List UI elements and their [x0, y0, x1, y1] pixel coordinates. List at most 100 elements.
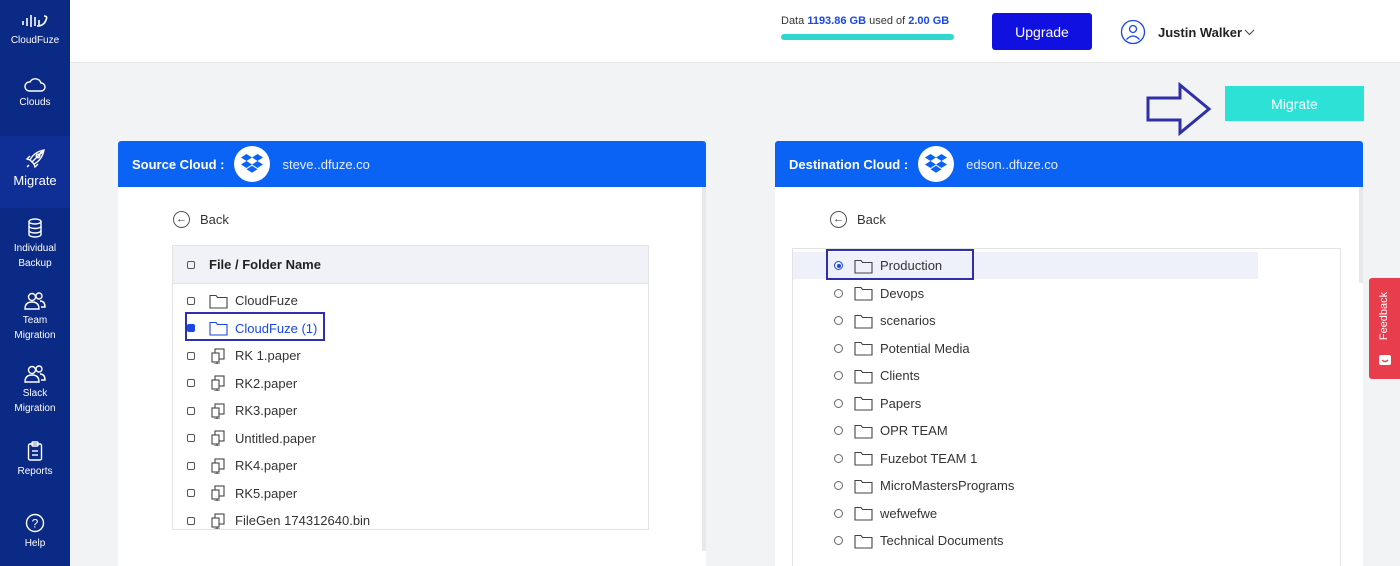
user-avatar-icon	[1120, 19, 1146, 45]
item-checkbox[interactable]	[187, 351, 195, 360]
scrollbar[interactable]	[702, 187, 706, 551]
source-title: Source Cloud :	[132, 156, 225, 172]
source-panel-header: Source Cloud : steve..dfuze.co	[118, 141, 706, 187]
folder-icon	[854, 506, 873, 521]
item-name: RK3.paper	[235, 403, 298, 418]
sidebar-item-team-migration[interactable]: Team Migration	[0, 292, 70, 343]
item-checkbox[interactable]	[187, 379, 195, 387]
source-account: steve..dfuze.co	[282, 156, 370, 172]
destination-folder-list: Production Devops scenarios Potential Media…	[792, 248, 1341, 566]
svg-text:?: ?	[32, 517, 39, 531]
source-list-item[interactable]: RK3.paper	[173, 397, 297, 424]
brand-label: CloudFuze	[10, 35, 60, 46]
sidebar-item-label: Clouds	[19, 97, 51, 108]
item-name: OPR TEAM	[880, 423, 948, 438]
sidebar-item-slack-migration[interactable]: Slack Migration	[0, 365, 70, 416]
storage-total: 2.00 GB	[908, 15, 950, 27]
source-list-item[interactable]: RK2.paper	[173, 370, 297, 397]
folder-icon	[854, 341, 873, 356]
users-icon	[24, 292, 46, 310]
sidebar-item-clouds[interactable]: Clouds	[0, 78, 70, 110]
select-all-checkbox[interactable]	[187, 260, 195, 269]
destination-list-item[interactable]: Technical Documents	[793, 527, 1258, 554]
database-icon	[28, 218, 42, 238]
source-list-item[interactable]: RK 1.paper	[173, 342, 301, 369]
item-radio[interactable]	[834, 371, 843, 380]
source-list-item[interactable]: Untitled.paper	[173, 425, 316, 452]
item-name: Potential Media	[880, 340, 970, 356]
item-checkbox[interactable]	[187, 406, 195, 415]
back-arrow-icon: ←	[830, 211, 847, 228]
sidebar-item-label: Help	[24, 538, 46, 549]
storage-usage: Data 1193.86 GB used of 2.00 GB	[781, 15, 956, 40]
item-radio[interactable]	[834, 426, 843, 435]
source-back-button[interactable]: ← Back	[173, 211, 229, 228]
destination-list-item[interactable]: Clients	[793, 362, 1258, 389]
sidebar-item-help[interactable]: ? Help	[0, 513, 70, 551]
file-icon	[211, 457, 225, 474]
source-list-item[interactable]: RK4.paper	[173, 452, 297, 479]
source-file-list: File / Folder Name CloudFuze CloudFuze (1…	[172, 245, 649, 530]
source-list-item[interactable]: RK5.paper	[173, 480, 297, 507]
item-name: Clients	[880, 368, 920, 383]
destination-list-item[interactable]: scenarios	[793, 307, 1258, 334]
destination-account: edson..dfuze.co	[966, 156, 1058, 172]
cloudfuze-logo-icon	[22, 15, 48, 27]
destination-list-item[interactable]: MicroMastersPrograms	[793, 472, 1258, 499]
item-checkbox[interactable]	[187, 516, 195, 525]
selection-highlight-box	[826, 249, 974, 280]
folder-icon	[854, 286, 873, 301]
item-name: MicroMastersPrograms	[880, 478, 1015, 493]
item-checkbox[interactable]	[187, 461, 195, 470]
feedback-tab[interactable]: Feedback	[1369, 278, 1400, 379]
selection-highlight-box	[185, 312, 325, 341]
item-radio[interactable]	[834, 316, 843, 325]
source-panel: Source Cloud : steve..dfuze.co ← Back Fi…	[118, 141, 706, 566]
destination-list-item[interactable]: Potential Media	[793, 335, 1258, 362]
sidebar-item-reports[interactable]: Reports	[0, 441, 70, 479]
item-radio[interactable]	[834, 536, 843, 545]
source-list-item[interactable]: FileGen 174312640.bin	[173, 507, 370, 534]
item-name: Technical Documents	[880, 533, 1004, 548]
user-menu[interactable]: Justin Walker	[1120, 19, 1255, 45]
item-checkbox[interactable]	[187, 296, 195, 305]
item-checkbox[interactable]	[187, 434, 195, 442]
scrollbar[interactable]	[1359, 187, 1363, 283]
item-radio[interactable]	[834, 398, 843, 408]
migrate-button[interactable]: Migrate	[1225, 86, 1364, 121]
folder-icon	[854, 314, 873, 329]
item-name: RK 1.paper	[235, 348, 301, 363]
cloud-icon	[24, 78, 46, 92]
file-icon	[211, 430, 225, 446]
dropbox-icon	[918, 146, 955, 182]
item-name: RK5.paper	[235, 485, 298, 501]
destination-list-item[interactable]: OPR TEAM	[793, 417, 1258, 444]
destination-back-button[interactable]: ← Back	[830, 211, 886, 228]
item-radio[interactable]	[834, 508, 843, 518]
folder-icon	[854, 479, 873, 494]
item-radio[interactable]	[834, 288, 843, 298]
back-arrow-icon: ←	[173, 211, 190, 228]
item-checkbox[interactable]	[187, 489, 195, 497]
destination-panel-header: Destination Cloud : edson..dfuze.co	[775, 141, 1363, 187]
sidebar-item-label: Reports	[17, 466, 53, 477]
file-icon	[211, 485, 225, 501]
item-name: RK2.paper	[235, 375, 298, 391]
sidebar-item-label: Migrate	[13, 173, 57, 188]
destination-list-item[interactable]: Devops	[793, 280, 1258, 307]
brand-logo[interactable]: CloudFuze	[0, 12, 70, 48]
folder-icon	[854, 534, 873, 549]
item-radio[interactable]	[834, 481, 843, 490]
item-radio[interactable]	[834, 453, 843, 463]
upgrade-button[interactable]: Upgrade	[992, 13, 1092, 50]
source-list-item[interactable]: CloudFuze	[173, 287, 298, 314]
item-name: wefwefwe	[880, 505, 938, 521]
folder-icon	[854, 424, 873, 439]
storage-mid: used of	[869, 15, 906, 27]
destination-list-item[interactable]: wefwefwe	[793, 500, 1258, 527]
item-radio[interactable]	[834, 343, 843, 353]
sidebar-item-individual-backup[interactable]: Individual Backup	[0, 218, 70, 271]
sidebar-item-migrate[interactable]: Migrate	[0, 136, 70, 208]
destination-list-item[interactable]: Fuzebot TEAM 1	[793, 445, 1258, 472]
destination-list-item[interactable]: Papers	[793, 390, 1258, 417]
